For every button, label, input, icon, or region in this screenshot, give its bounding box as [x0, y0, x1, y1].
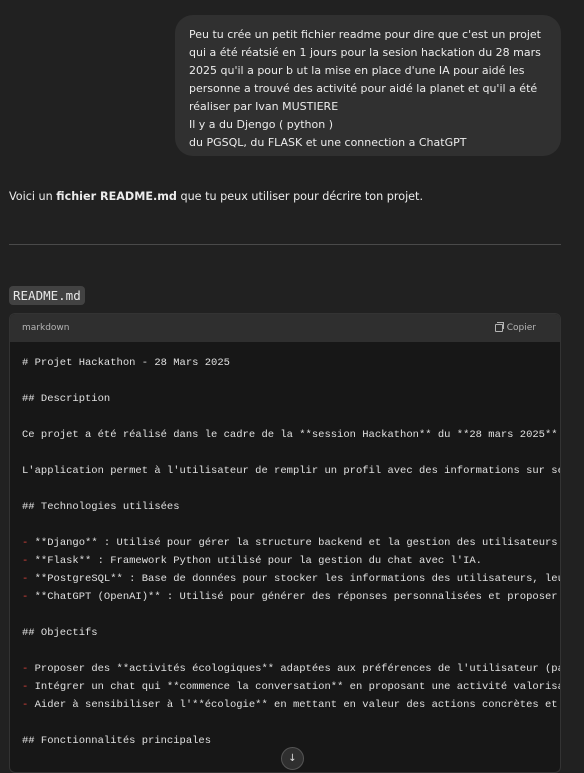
code-line: L'application permet à l'utilisateur de … — [22, 462, 560, 480]
filename-inline-code: README.md — [9, 286, 85, 305]
code-line: - Aider à sensibiliser à l'**écologie** … — [22, 696, 558, 714]
code-line: - Proposer des **activités écologiques**… — [22, 660, 560, 678]
arrow-down-icon: ↓ — [288, 753, 297, 764]
user-message-bubble: Peu tu crée un petit fichier readme pour… — [175, 15, 561, 156]
intro-text: Voici un — [9, 190, 57, 203]
code-line-text: # Projet Hackathon - 28 Mars 2025 — [22, 357, 230, 369]
user-message-line: Il y a du Djengo ( python ) — [189, 118, 334, 131]
code-line: ## Technologies utilisées — [22, 498, 548, 516]
code-language: markdown — [22, 323, 70, 333]
divider — [9, 244, 561, 245]
user-message-line: Peu tu crée un petit fichier readme pour… — [189, 28, 541, 41]
code-line-text: ## Description — [22, 393, 111, 405]
intro-bold: fichier README.md — [56, 190, 177, 203]
code-line-text: **ChatGPT (OpenAI)** : Utilisé pour géné… — [28, 591, 558, 603]
code-line-text: ## Objectifs — [22, 627, 98, 639]
code-line-text: ## Technologies utilisées — [22, 501, 180, 513]
code-content: # Projet Hackathon - 28 Mars 2025 ## Desc… — [10, 342, 560, 762]
user-message-line: 2025 qu'il a pour b ut la mise en place … — [189, 64, 525, 77]
code-line-text: Proposer des **activités écologiques** a… — [28, 663, 561, 675]
code-block: markdown Copier # Projet Hackathon - 28 … — [9, 313, 561, 773]
code-line: # Projet Hackathon - 28 Mars 2025 — [22, 354, 548, 372]
code-line-text: L'application permet à l'utilisateur de … — [22, 465, 561, 477]
code-line-text: **Flask** : Framework Python utilisé pou… — [28, 555, 482, 567]
code-line-text: **Django** : Utilisé pour gérer la struc… — [28, 537, 558, 549]
code-line: - **Django** : Utilisé pour gérer la str… — [22, 534, 558, 552]
user-message-line: qui a été réatsié en 1 jours pour la ses… — [189, 46, 541, 59]
user-message-line: personne a trouvé des activité pour aidé… — [189, 82, 538, 95]
code-line: - **ChatGPT (OpenAI)** : Utilisé pour gé… — [22, 588, 558, 606]
scroll-down-button[interactable]: ↓ — [281, 747, 304, 770]
code-line: - **Flask** : Framework Python utilisé p… — [22, 552, 548, 570]
code-block-header: markdown Copier — [10, 314, 560, 342]
code-line: - Intégrer un chat qui **commence la con… — [22, 678, 560, 696]
code-line: ## Objectifs — [22, 624, 548, 642]
code-line: - **PostgreSQL** : Base de données pour … — [22, 570, 560, 588]
code-line-text: Intégrer un chat qui **commence la conve… — [28, 681, 561, 693]
copy-label: Copier — [506, 323, 536, 333]
code-line-text: ## Fonctionnalités principales — [22, 735, 212, 747]
copy-icon — [494, 322, 504, 332]
user-message-line: du PGSQL, du FLASK et une connection a C… — [189, 136, 467, 149]
code-line-text: **PostgreSQL** : Base de données pour st… — [28, 573, 561, 585]
intro-text-end: que tu peux utiliser pour décrire ton pr… — [176, 190, 424, 203]
code-line: Ce projet a été réalisé dans le cadre de… — [22, 426, 558, 444]
assistant-intro: Voici un fichier README.md que tu peux u… — [9, 188, 423, 206]
code-line-text: Aider à sensibiliser à l'**écologie** en… — [28, 699, 558, 711]
copy-button[interactable]: Copier — [494, 322, 536, 333]
code-line-text: Ce projet a été réalisé dans le cadre de… — [22, 429, 558, 441]
code-line: ## Description — [22, 390, 548, 408]
code-line: ## Fonctionnalités principales — [22, 732, 548, 750]
user-message-line: réaliser par Ivan MUSTIERE — [189, 100, 339, 113]
